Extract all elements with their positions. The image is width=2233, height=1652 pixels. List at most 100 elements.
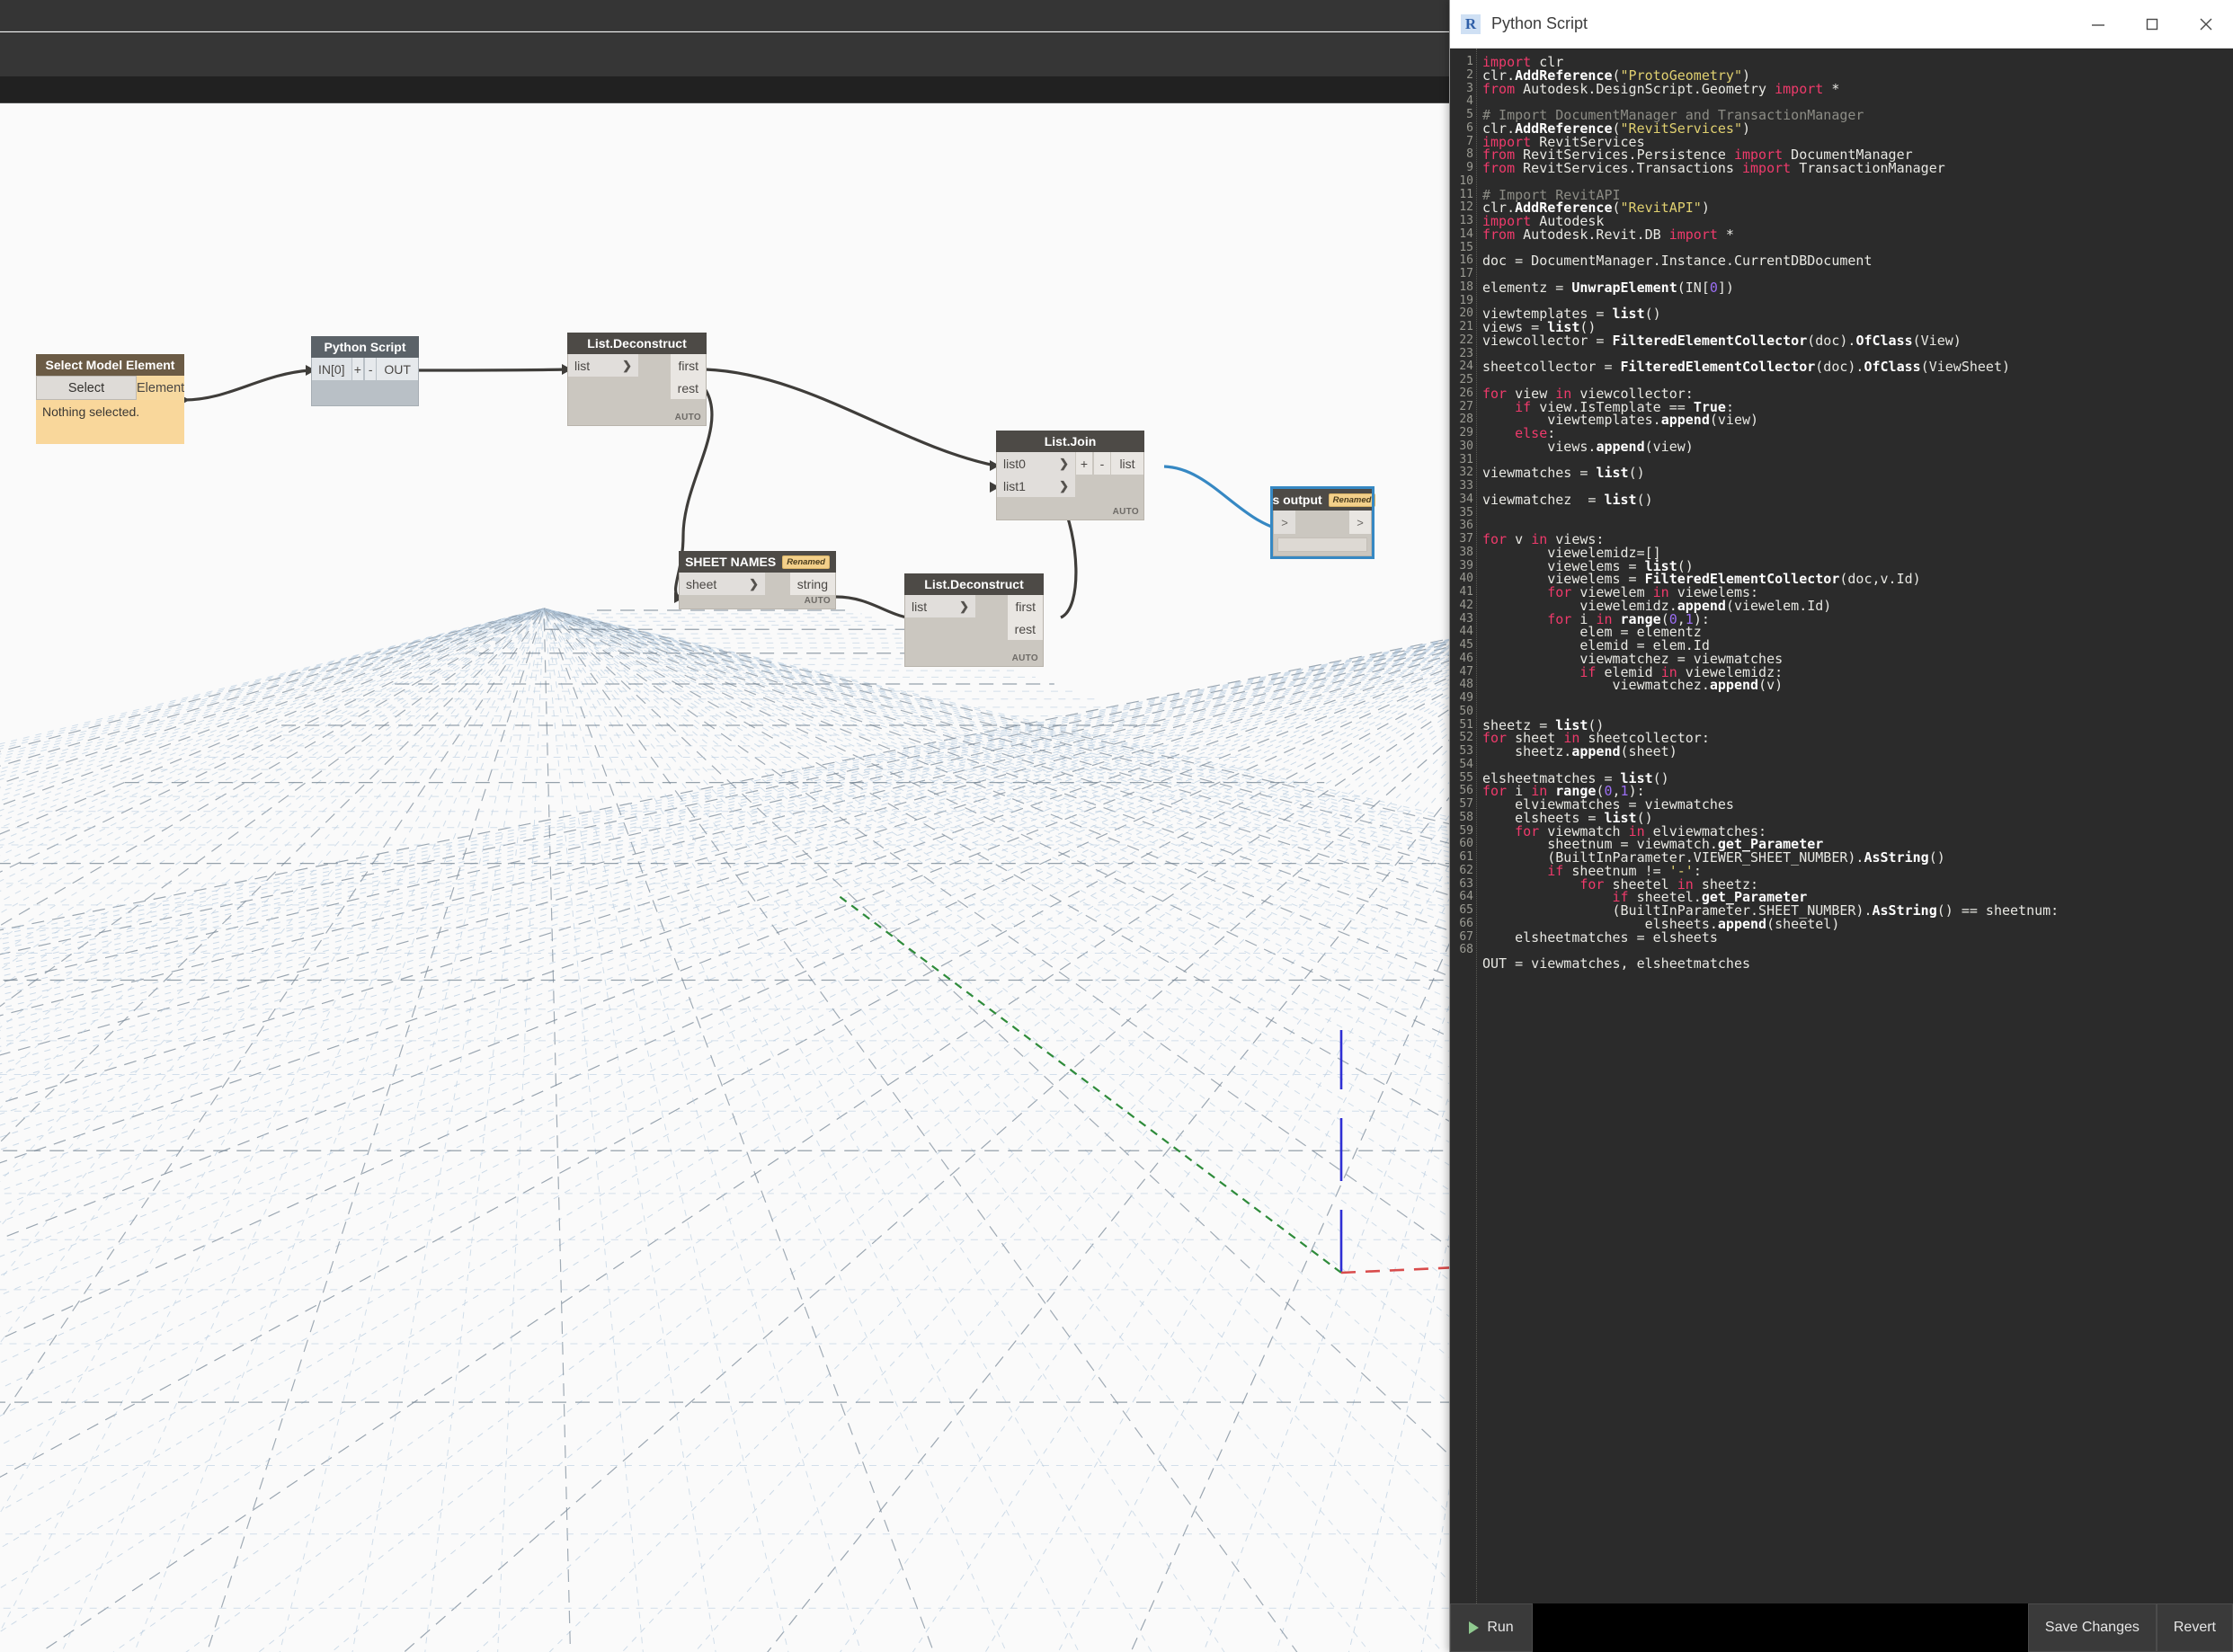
code-text[interactable]: import clr clr.AddReference("ProtoGeomet… [1477, 49, 2233, 1603]
chevron-right-icon: ❯ [622, 358, 632, 372]
input-port-list[interactable]: list ❯ [905, 595, 975, 617]
chevron-right-icon: ❯ [1059, 478, 1069, 493]
output-port-element[interactable]: Element [137, 376, 185, 400]
input-port-sheet[interactable]: sheet ❯ [680, 573, 765, 595]
value-field[interactable] [1277, 537, 1367, 552]
node-port-row: rest [905, 617, 1043, 640]
node-list-deconstruct-2[interactable]: List.Deconstruct list ❯ first rest AUTO [904, 573, 1044, 667]
python-window-titlebar[interactable]: R Python Script [1450, 0, 2233, 49]
port-label: list [912, 599, 928, 614]
node-spacer [1295, 511, 1349, 534]
node-title: SHEET NAMES Renamed [679, 551, 836, 573]
chevron-right-icon: ❯ [1059, 456, 1069, 470]
node-python-script[interactable]: Python Script IN[0] + - OUT [311, 336, 419, 406]
bottom-bar-spacer [1533, 1603, 2028, 1652]
output-port-rest[interactable]: rest [670, 377, 706, 399]
node-title: Select Model Element [36, 354, 184, 376]
input-port[interactable]: > [1274, 511, 1295, 534]
run-button-label: Run [1487, 1620, 1514, 1635]
input-port-list1[interactable]: list1 ❯ [997, 475, 1075, 497]
lacing-label[interactable]: AUTO [997, 506, 1143, 520]
node-port-row: list1 ❯ [997, 475, 1143, 497]
node-body: list ❯ first rest AUTO [904, 595, 1044, 667]
node-filler [997, 497, 1143, 506]
add-input-button[interactable]: + [351, 358, 364, 380]
node-select-model-element[interactable]: Select Model Element Select Element Noth… [36, 354, 185, 444]
line-number-gutter: 1 2 3 4 5 6 7 8 9 10 11 12 13 14 15 16 1… [1450, 49, 1477, 1603]
select-button[interactable]: Select [36, 376, 137, 400]
node-is-output[interactable]: Is output Renamed > > [1269, 486, 1376, 559]
revert-button[interactable]: Revert [2156, 1603, 2233, 1652]
maximize-icon[interactable] [2125, 0, 2179, 49]
chevron-right-icon: ❯ [749, 576, 759, 591]
wire-python-to-deconstruct1 [418, 368, 567, 372]
node-sheet-names[interactable]: SHEET NAMES Renamed sheet ❯ string AUTO [679, 551, 836, 609]
python-script-window[interactable]: R Python Script 1 2 3 4 5 6 7 8 9 10 11 … [1449, 0, 2233, 1652]
dynamo-node-graph[interactable]: Select Model Element Select Element Noth… [0, 104, 1449, 1652]
node-port-row: list ❯ first [905, 595, 1043, 617]
wire-element-to-python [183, 369, 311, 402]
node-port-row: sheet ❯ string [680, 573, 835, 595]
output-port-first[interactable]: first [671, 354, 706, 377]
node-body: > > [1273, 511, 1372, 556]
window-title: Python Script [1491, 14, 1588, 32]
node-list-deconstruct-1[interactable]: List.Deconstruct list ❯ first rest AUTO [567, 333, 707, 426]
input-port-list[interactable]: list ❯ [568, 354, 638, 377]
play-icon [1469, 1621, 1480, 1634]
port-label: list [574, 358, 591, 373]
close-icon[interactable] [2179, 0, 2233, 49]
node-title: List.Deconstruct [904, 573, 1044, 595]
lacing-label[interactable]: AUTO [905, 653, 1043, 666]
node-filler [905, 640, 1043, 653]
lacing-label[interactable]: AUTO [568, 412, 706, 425]
node-title: List.Deconstruct [567, 333, 707, 354]
node-body: list ❯ first rest AUTO [567, 354, 707, 426]
dynamo-tab-bar[interactable] [0, 76, 1449, 103]
node-connection-wires [180, 364, 1297, 624]
add-input-button[interactable]: + [1075, 452, 1093, 475]
node-spacer [1075, 475, 1143, 497]
input-port-list0[interactable]: list0 ❯ [997, 452, 1075, 475]
output-port-first[interactable]: first [1008, 595, 1043, 617]
minimize-icon[interactable] [2071, 0, 2125, 49]
output-port-out[interactable]: OUT [377, 358, 418, 380]
output-port[interactable]: > [1349, 511, 1371, 534]
node-title: List.Join [996, 431, 1144, 452]
python-window-bottom-bar: Run Save Changes Revert [1450, 1603, 2233, 1652]
renamed-badge: Renamed [1328, 493, 1376, 507]
port-label: sheet [686, 576, 717, 591]
port-label: list0 [1003, 456, 1026, 471]
run-button[interactable]: Run [1450, 1603, 1533, 1652]
selection-status-text: Nothing selected. [36, 400, 184, 444]
input-port-in0[interactable]: IN[0] [312, 358, 351, 380]
node-body: IN[0] + - OUT [311, 358, 419, 406]
wire-first-to-listjoin0 [705, 368, 996, 467]
renamed-badge: Renamed [782, 555, 830, 569]
node-spacer [905, 617, 1008, 640]
remove-input-button[interactable]: - [1093, 452, 1111, 475]
node-title: Python Script [311, 336, 419, 358]
dynamo-toolbar[interactable] [0, 32, 1449, 76]
node-spacer [975, 595, 1008, 617]
node-title: Is output Renamed [1269, 489, 1376, 511]
node-port-row: list ❯ first [568, 354, 706, 377]
output-port-rest[interactable]: rest [1007, 617, 1043, 640]
python-code-editor[interactable]: 1 2 3 4 5 6 7 8 9 10 11 12 13 14 15 16 1… [1450, 49, 2233, 1603]
node-list-join[interactable]: List.Join list0 ❯ + - list list1 ❯ AUTO [996, 431, 1144, 520]
save-changes-button[interactable]: Save Changes [2027, 1603, 2157, 1652]
node-body: list0 ❯ + - list list1 ❯ AUTO [996, 452, 1144, 520]
node-title-label: SHEET NAMES [685, 555, 777, 569]
node-body: sheet ❯ string AUTO [679, 573, 836, 609]
output-port-list[interactable]: list [1111, 452, 1143, 475]
node-port-row: IN[0] + - OUT [312, 358, 418, 380]
node-spacer [638, 354, 671, 377]
remove-input-button[interactable]: - [364, 358, 378, 380]
revit-dynamo-icon: R [1461, 13, 1481, 34]
node-port-row: > > [1274, 511, 1371, 534]
dynamo-menu-bar[interactable] [0, 0, 1449, 31]
lacing-label[interactable]: AUTO [680, 595, 835, 608]
node-port-row: Select Element [36, 376, 185, 400]
chevron-right-icon: ❯ [959, 599, 969, 613]
node-spacer [765, 573, 790, 595]
output-port-string[interactable]: string [789, 573, 835, 595]
